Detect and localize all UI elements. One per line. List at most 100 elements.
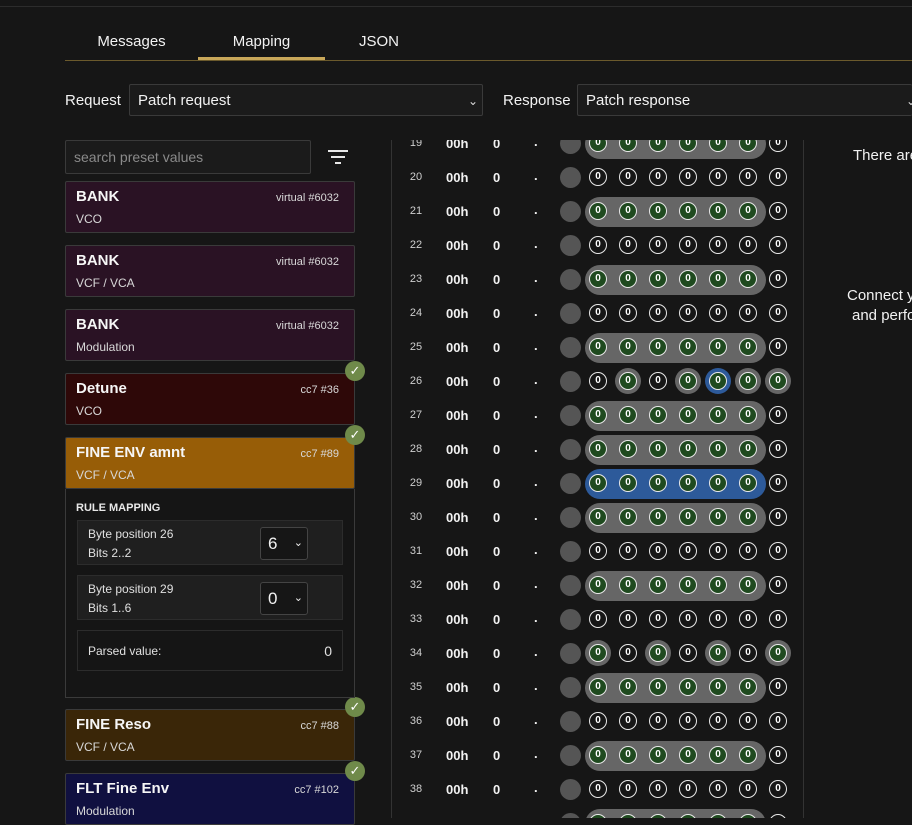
bit-toggle[interactable]: 0: [649, 746, 667, 764]
bit-toggle[interactable]: 0: [679, 712, 697, 730]
bit-toggle[interactable]: 0: [739, 372, 757, 390]
bit-toggle[interactable]: 0: [679, 576, 697, 594]
bit-toggle[interactable]: 0: [739, 168, 757, 186]
bit-toggle[interactable]: 0: [709, 338, 727, 356]
bit-toggle[interactable]: 0: [709, 406, 727, 424]
bit-toggle[interactable]: 0: [679, 474, 697, 492]
bit-toggle[interactable]: 0: [769, 814, 787, 818]
bit-toggle[interactable]: 0: [739, 338, 757, 356]
bit-toggle[interactable]: 0: [709, 168, 727, 186]
bit-toggle[interactable]: 0: [619, 440, 637, 458]
bit-toggle[interactable]: 0: [679, 746, 697, 764]
bit-toggle[interactable]: 0: [649, 372, 667, 390]
bit-toggle[interactable]: 0: [649, 644, 667, 662]
bit-toggle[interactable]: 0: [679, 678, 697, 696]
bit-toggle[interactable]: 0: [589, 508, 607, 526]
bit-toggle[interactable]: 0: [709, 712, 727, 730]
bit-toggle[interactable]: 0: [589, 576, 607, 594]
bit-toggle[interactable]: 0: [709, 236, 727, 254]
filter-icon[interactable]: [328, 150, 348, 164]
bit-toggle[interactable]: 0: [679, 542, 697, 560]
byte-status-dot[interactable]: [560, 201, 581, 222]
bit-toggle[interactable]: 0: [739, 576, 757, 594]
bit-toggle[interactable]: 0: [589, 610, 607, 628]
bit-toggle[interactable]: 0: [619, 780, 637, 798]
bit-toggle[interactable]: 0: [679, 610, 697, 628]
bit-toggle[interactable]: 0: [769, 746, 787, 764]
bit-toggle[interactable]: 0: [769, 140, 787, 152]
bit-toggle[interactable]: 0: [739, 440, 757, 458]
byte-status-dot[interactable]: [560, 541, 581, 562]
bit-toggle[interactable]: 0: [649, 678, 667, 696]
byte-status-dot[interactable]: [560, 711, 581, 732]
bit-toggle[interactable]: 0: [709, 780, 727, 798]
bit-toggle[interactable]: 0: [709, 202, 727, 220]
bit-toggle[interactable]: 0: [769, 304, 787, 322]
bit-toggle[interactable]: 0: [619, 678, 637, 696]
bit-toggle[interactable]: 0: [739, 542, 757, 560]
bit-toggle[interactable]: 0: [709, 474, 727, 492]
bit-toggle[interactable]: 0: [709, 542, 727, 560]
bit-toggle[interactable]: 0: [679, 644, 697, 662]
bit-toggle[interactable]: 0: [769, 508, 787, 526]
byte-status-dot[interactable]: [560, 745, 581, 766]
bit-toggle[interactable]: 0: [589, 338, 607, 356]
byte-status-dot[interactable]: [560, 167, 581, 188]
bit-toggle[interactable]: 0: [769, 610, 787, 628]
bit-toggle[interactable]: 0: [739, 406, 757, 424]
bit-toggle[interactable]: 0: [769, 270, 787, 288]
byte-status-dot[interactable]: [560, 779, 581, 800]
byte-status-dot[interactable]: [560, 575, 581, 596]
bit-toggle[interactable]: 0: [649, 202, 667, 220]
bit-toggle[interactable]: 0: [769, 236, 787, 254]
bit-toggle[interactable]: 0: [679, 236, 697, 254]
bit-toggle[interactable]: 0: [679, 168, 697, 186]
bit-toggle[interactable]: 0: [649, 236, 667, 254]
search-field[interactable]: [65, 140, 311, 174]
preset-card[interactable]: BANK Modulation virtual #6032: [65, 309, 355, 361]
byte-status-dot[interactable]: [560, 813, 581, 818]
bit-toggle[interactable]: 0: [589, 746, 607, 764]
bit-toggle[interactable]: 0: [589, 202, 607, 220]
bit-toggle[interactable]: 0: [619, 610, 637, 628]
rule-value-select[interactable]: 0 ⌄: [260, 582, 308, 615]
preset-card[interactable]: FLT Fine Env Modulation cc7 #102: [65, 773, 355, 825]
bit-toggle[interactable]: 0: [769, 576, 787, 594]
bit-toggle[interactable]: 0: [619, 270, 637, 288]
byte-status-dot[interactable]: [560, 507, 581, 528]
bit-toggle[interactable]: 0: [679, 338, 697, 356]
bit-toggle[interactable]: 0: [589, 644, 607, 662]
bit-toggle[interactable]: 0: [769, 440, 787, 458]
byte-status-dot[interactable]: [560, 337, 581, 358]
bit-toggle[interactable]: 0: [709, 746, 727, 764]
byte-status-dot[interactable]: [560, 405, 581, 426]
bit-toggle[interactable]: 0: [709, 678, 727, 696]
bit-toggle[interactable]: 0: [769, 406, 787, 424]
bit-toggle[interactable]: 0: [649, 780, 667, 798]
bit-toggle[interactable]: 0: [619, 474, 637, 492]
bit-toggle[interactable]: 0: [709, 508, 727, 526]
bit-toggle[interactable]: 0: [649, 542, 667, 560]
bit-toggle[interactable]: 0: [649, 576, 667, 594]
bit-toggle[interactable]: 0: [679, 508, 697, 526]
bit-toggle[interactable]: 0: [739, 304, 757, 322]
byte-status-dot[interactable]: [560, 371, 581, 392]
bit-toggle[interactable]: 0: [679, 406, 697, 424]
byte-status-dot[interactable]: [560, 473, 581, 494]
bit-toggle[interactable]: 0: [649, 270, 667, 288]
bit-toggle[interactable]: 0: [649, 440, 667, 458]
bit-toggle[interactable]: 0: [619, 406, 637, 424]
bit-toggle[interactable]: 0: [709, 304, 727, 322]
bit-toggle[interactable]: 0: [709, 270, 727, 288]
bit-toggle[interactable]: 0: [769, 372, 787, 390]
bit-toggle[interactable]: 0: [589, 406, 607, 424]
bit-toggle[interactable]: 0: [679, 202, 697, 220]
response-select[interactable]: Patch response ⌄: [577, 84, 912, 116]
byte-status-dot[interactable]: [560, 235, 581, 256]
bit-toggle[interactable]: 0: [619, 168, 637, 186]
tab-mapping[interactable]: Mapping: [198, 28, 325, 60]
byte-status-dot[interactable]: [560, 609, 581, 630]
bit-toggle[interactable]: 0: [649, 474, 667, 492]
byte-status-dot[interactable]: [560, 140, 581, 154]
byte-status-dot[interactable]: [560, 303, 581, 324]
